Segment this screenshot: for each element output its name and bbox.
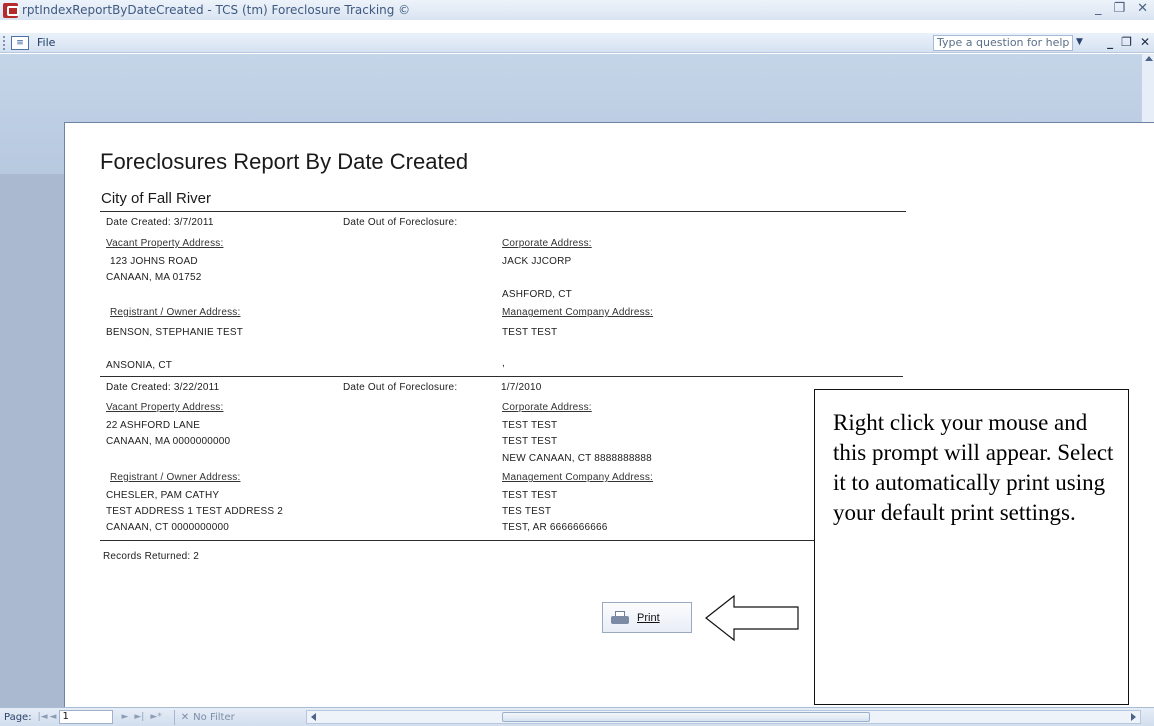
divider [100, 211, 906, 212]
doc-minimize-button[interactable]: _ [1107, 35, 1113, 49]
management-line-3: , [502, 358, 505, 369]
scroll-right-icon[interactable] [1131, 713, 1136, 721]
corporate-line-3: ASHFORD, CT [502, 289, 572, 300]
records-returned: Records Returned: 2 [103, 551, 200, 562]
corporate-address-label: Corporate Address: [502, 402, 592, 413]
registrant-line-3: ANSONIA, CT [106, 360, 173, 371]
instruction-callout: Right click your mouse and this prompt w… [814, 389, 1129, 705]
filter-toggle[interactable]: ✕ No Filter [173, 709, 241, 725]
registrant-address-label: Registrant / Owner Address: [110, 307, 241, 318]
management-address-label: Management Company Address: [502, 307, 654, 318]
last-page-button[interactable]: ►| [134, 712, 144, 722]
management-line-1: TEST TEST [502, 327, 558, 338]
scroll-up-icon[interactable] [1145, 56, 1153, 61]
horizontal-scrollbar[interactable] [306, 710, 1141, 724]
date-created: Date Created: 3/7/2011 [106, 217, 214, 228]
date-out-value: 1/7/2010 [501, 382, 542, 393]
minimize-button[interactable]: _ [1095, 1, 1102, 16]
doc-close-button[interactable]: ✕ [1140, 35, 1150, 49]
vacant-line-2: CANAAN, MA 01752 [106, 272, 202, 283]
report-city: City of Fall River [101, 190, 212, 207]
filter-label: No Filter [193, 711, 235, 723]
help-dropdown-icon[interactable]: ▼ [1076, 37, 1083, 47]
management-line-2: TES TEST [502, 506, 552, 517]
access-report-icon [3, 2, 19, 18]
help-search-input[interactable]: Type a question for help [933, 35, 1073, 51]
vacant-line-2: CANAAN, MA 0000000000 [106, 436, 231, 447]
registrant-line-1: BENSON, STEPHANIE TEST [106, 327, 244, 338]
divider [100, 376, 903, 377]
printer-icon [611, 610, 629, 625]
management-address-label: Management Company Address: [502, 472, 654, 483]
window-title-bar[interactable]: rptIndexReportByDateCreated - TCS (tm) F… [0, 0, 1154, 20]
divider [100, 540, 814, 541]
corporate-line-1: JACK JJCORP [502, 256, 572, 267]
vacant-line-1: 123 JOHNS ROAD [110, 256, 198, 267]
file-menu[interactable]: File [37, 36, 55, 49]
restore-button[interactable]: ❐ [1113, 1, 1125, 16]
close-button[interactable]: ✕ [1137, 1, 1148, 16]
registrant-address-label: Registrant / Owner Address: [110, 472, 241, 483]
report-title: Foreclosures Report By Date Created [100, 149, 469, 174]
doc-restore-button[interactable]: ❐ [1121, 35, 1132, 49]
corporate-address-label: Corporate Address: [502, 238, 592, 249]
no-filter-icon: ✕ [180, 711, 190, 723]
vacant-address-label: Vacant Property Address: [106, 238, 224, 249]
first-page-button[interactable]: |◄ [38, 712, 48, 722]
registrant-line-3: CANAAN, CT 0000000000 [106, 522, 229, 533]
window-title: rptIndexReportByDateCreated - TCS (tm) F… [22, 3, 411, 17]
record-navigation-bar: Page: |◄ ◄ 1 ► ►| ►* ✕ No Filter [0, 707, 1154, 726]
vacant-line-1: 22 ASHFORD LANE [106, 420, 201, 431]
report-menu-icon[interactable]: ≡ [11, 35, 29, 50]
horizontal-scroll-thumb[interactable] [502, 712, 870, 722]
registrant-line-1: CHESLER, PAM CATHY [106, 490, 220, 501]
new-record-button[interactable]: ►* [150, 712, 161, 722]
date-created: Date Created: 3/22/2011 [106, 382, 220, 393]
toolbar-grip[interactable] [3, 35, 7, 50]
date-out-label: Date Out of Foreclosure: [343, 382, 458, 393]
corporate-line-2: TEST TEST [502, 436, 558, 447]
registrant-line-2: TEST ADDRESS 1 TEST ADDRESS 2 [106, 506, 283, 517]
management-line-1: TEST TEST [502, 490, 558, 501]
date-out-label: Date Out of Foreclosure: [343, 217, 458, 228]
corporate-line-1: TEST TEST [502, 420, 558, 431]
prev-page-button[interactable]: ◄ [50, 712, 57, 722]
page-label: Page: [4, 711, 32, 723]
page-number-input[interactable]: 1 [59, 710, 114, 724]
management-line-3: TEST, AR 6666666666 [502, 522, 608, 533]
vacant-address-label: Vacant Property Address: [106, 402, 224, 413]
left-arrow-icon [705, 594, 799, 642]
print-button[interactable]: Print [602, 602, 692, 633]
menu-bar: ≡ File Type a question for help ▼ _ ❐ ✕ [0, 33, 1154, 53]
document-window-controls: _ ❐ ✕ [1107, 35, 1150, 49]
scroll-left-icon[interactable] [311, 713, 316, 721]
next-page-button[interactable]: ► [121, 712, 128, 722]
corporate-line-3: NEW CANAAN, CT 8888888888 [502, 453, 652, 464]
window-controls: _ ❐ ✕ [1095, 1, 1148, 16]
print-button-label: Print [637, 611, 660, 624]
